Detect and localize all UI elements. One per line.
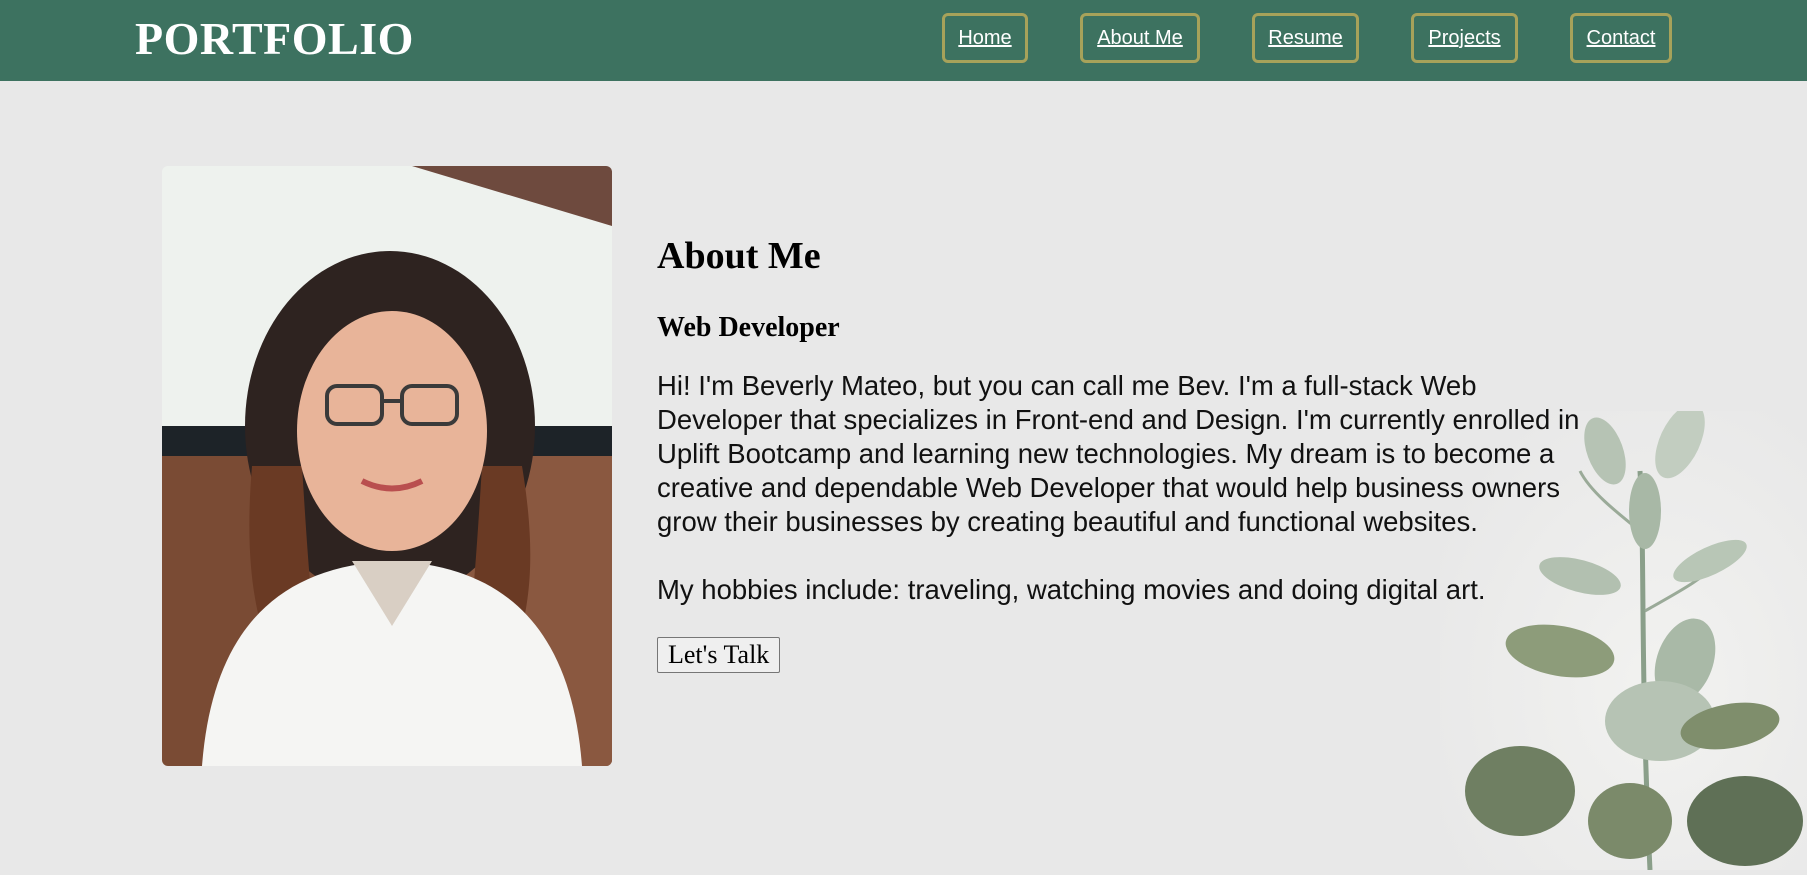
nav-link-projects[interactable]: Projects xyxy=(1411,13,1518,63)
about-section: About Me Web Developer Hi! I'm Beverly M… xyxy=(0,81,1807,871)
role-subtitle: Web Developer xyxy=(657,312,840,343)
brand-logo[interactable]: PORTFOLIO xyxy=(135,10,414,68)
bio-paragraph: Hi! I'm Beverly Mateo, but you can call … xyxy=(657,370,1580,537)
nav-link-contact[interactable]: Contact xyxy=(1570,13,1672,63)
profile-photo xyxy=(162,166,612,766)
nav-link-resume[interactable]: Resume xyxy=(1252,13,1359,63)
about-content: About Me Web Developer Hi! I'm Beverly M… xyxy=(657,231,1592,673)
nav-link-about-me[interactable]: About Me xyxy=(1080,13,1200,63)
lets-talk-button[interactable]: Let's Talk xyxy=(657,637,781,673)
page-title: About Me xyxy=(657,235,821,277)
hobbies-paragraph: My hobbies include: traveling, watching … xyxy=(657,574,1486,605)
navbar: PORTFOLIO Home About Me Resume Projects … xyxy=(0,0,1807,81)
nav-link-home[interactable]: Home xyxy=(942,13,1028,63)
